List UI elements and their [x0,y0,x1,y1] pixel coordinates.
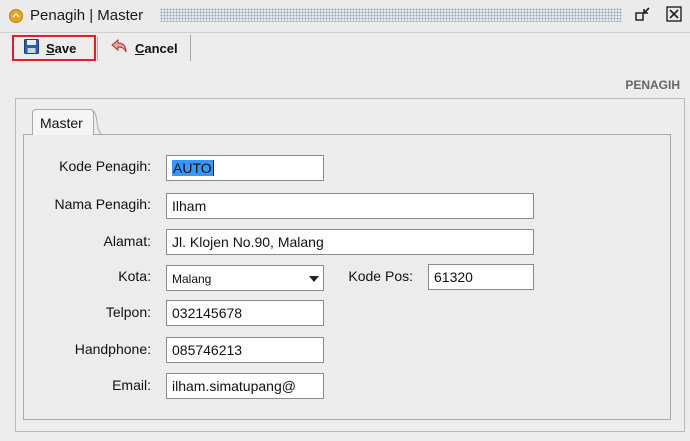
tab-edge [92,110,102,135]
save-button[interactable]: Save [12,35,96,61]
email-label: Email: [112,377,151,393]
titlebar-grip [160,8,622,22]
window-titlebar[interactable]: Penagih | Master [0,0,690,33]
window-title: Penagih | Master [30,7,144,24]
kode-pos-label: Kode Pos: [348,268,413,284]
kode-penagih-input[interactable]: AUTO [166,155,324,181]
kota-label: Kota: [118,268,151,284]
cancel-button[interactable]: Cancel [110,35,191,61]
undo-arrow-icon [110,38,128,58]
chevron-down-icon[interactable] [309,276,319,282]
cancel-label: Cancel [135,40,178,56]
telpon-input[interactable]: 032145678 [166,300,324,326]
email-input[interactable]: ilham.simatupang@ [166,373,324,399]
toolbar: Save Cancel [0,33,690,63]
nama-penagih-input[interactable]: Ilham [166,193,534,219]
telpon-label: Telpon: [105,304,151,320]
tab-master[interactable]: Master [32,109,94,135]
kode-penagih-label: Kode Penagih: [59,158,151,174]
save-label: Save [46,40,77,56]
kota-select[interactable]: Malang [166,265,324,291]
toolbar-separator [97,37,98,61]
nama-penagih-label: Nama Penagih: [54,196,151,212]
handphone-label: Handphone: [74,341,151,357]
close-window-icon[interactable] [666,6,682,22]
kota-selected-value: Malang [172,272,212,286]
alamat-label: Alamat: [103,233,151,249]
app-logo-icon [9,9,23,23]
floppy-disk-icon [24,39,39,57]
kode-pos-input[interactable]: 61320 [428,264,534,290]
handphone-input[interactable]: 085746213 [166,337,324,363]
section-caption: PENAGIH [625,78,680,92]
restore-window-icon[interactable] [635,6,651,22]
alamat-input[interactable]: Jl. Klojen No.90, Malang [166,229,534,255]
